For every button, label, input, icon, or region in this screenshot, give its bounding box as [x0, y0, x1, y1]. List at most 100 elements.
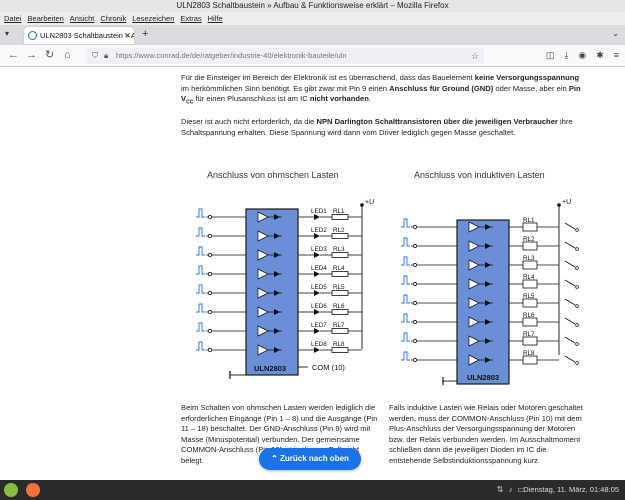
relay-coil-icon — [522, 298, 538, 308]
resistor-label: RL6 — [333, 303, 345, 310]
forward-icon[interactable]: → — [26, 49, 37, 62]
relay-switch-icon — [564, 355, 576, 363]
input-pulse-icon — [401, 218, 410, 228]
com-label: COM (10) — [312, 363, 345, 372]
start-menu-icon[interactable] — [4, 483, 18, 497]
relay-coil-icon — [522, 317, 538, 327]
input-pulse-icon — [196, 265, 205, 275]
taskbar: ⇅ ♪ ▭ Dienstag, 11. März, 01:48:05 — [0, 480, 625, 500]
menu-datei[interactable]: Datei — [4, 12, 22, 25]
relay-switch-icon — [564, 241, 576, 249]
tab-list-icon[interactable]: ▾ — [5, 29, 9, 38]
relay-coil-icon — [522, 279, 538, 289]
back-icon[interactable]: ← — [8, 49, 19, 62]
network-icon[interactable]: ⇅ — [497, 480, 504, 500]
new-tab-icon[interactable]: + — [142, 28, 148, 40]
relay-label: RL5 — [523, 293, 535, 300]
input-pulse-icon — [196, 208, 205, 218]
relay-label: RL1 — [523, 217, 535, 224]
input-pulse-icon — [401, 294, 410, 304]
input-terminal — [207, 233, 213, 239]
resistor-icon — [331, 309, 349, 315]
extensions-icon[interactable]: ✱ — [596, 50, 604, 61]
back-to-top-button[interactable]: ⌃ Zurück nach oben — [259, 448, 361, 470]
page-content: Für die Einsteiger im Bereich der Elektr… — [0, 67, 625, 480]
clock[interactable]: Dienstag, 11. März, 01:48:05 — [523, 480, 619, 500]
relay-coil-icon — [522, 336, 538, 346]
relay-coil-icon — [522, 355, 538, 365]
relay-contact — [575, 342, 579, 346]
bookmark-star-icon[interactable]: ☆ — [471, 48, 479, 64]
led-label: LED5 — [311, 284, 327, 291]
navigation-bar: ← → ↻ ⌂ ⛉ 🔒︎ https://www.conrad.de/de/ra… — [0, 45, 625, 67]
relay-contact — [575, 247, 579, 251]
input-pulse-icon — [196, 227, 205, 237]
input-terminal — [412, 262, 418, 268]
reload-icon[interactable]: ↻ — [45, 49, 54, 62]
heading-inductive-loads: Anschluss von induktiven Lasten — [414, 170, 545, 180]
menu-hilfe[interactable]: Hilfe — [208, 12, 223, 25]
relay-coil-icon — [522, 260, 538, 270]
resistor-label: RL5 — [333, 284, 345, 291]
input-pulse-icon — [401, 256, 410, 266]
relay-label: RL4 — [523, 274, 535, 281]
resistor-icon — [331, 328, 349, 334]
resistor-label: RL1 — [333, 208, 345, 215]
input-pulse-icon — [196, 341, 205, 351]
resistor-label: RL2 — [333, 227, 345, 234]
system-tray: ⇅ ♪ ▭ — [497, 480, 525, 500]
led-label: LED1 — [311, 208, 327, 215]
led-label: LED6 — [311, 303, 327, 310]
relay-switch-icon — [564, 222, 576, 230]
input-terminal — [412, 338, 418, 344]
input-terminal — [207, 328, 213, 334]
pocket-icon[interactable]: ◫ — [546, 50, 555, 61]
menu-bearbeiten[interactable]: Bearbeiten — [28, 12, 64, 25]
resistor-label: RL3 — [333, 246, 345, 253]
relay-contact — [575, 228, 579, 232]
heading-ohmic-loads: Anschluss von ohmschen Lasten — [207, 170, 339, 180]
shield-icon[interactable]: ⛉ — [92, 48, 98, 64]
lock-icon[interactable]: 🔒︎ — [104, 48, 108, 64]
caption-inductive: Falls induktive Lasten wie Relais oder M… — [389, 403, 583, 465]
input-pulse-icon — [401, 313, 410, 323]
chip-label: ULN2803 — [254, 364, 286, 373]
supply-node — [360, 203, 364, 207]
conrad-favicon-icon — [28, 31, 37, 40]
uln2803-chip — [456, 219, 510, 385]
input-terminal — [412, 243, 418, 249]
tab-active[interactable]: ULN2803 Schaltbaustein » A ✕ — [24, 27, 134, 44]
inductive-load-diagram: RL1 RL2 RL3 RL4 RL5 RL6 RL7 RL8 ULN2803 +U — [401, 199, 579, 385]
menu-ansicht[interactable]: Ansicht — [70, 12, 95, 25]
menu-chronik[interactable]: Chronik — [100, 12, 126, 25]
downloads-icon[interactable]: ⤓ — [564, 50, 568, 61]
relay-label: RL6 — [523, 312, 535, 319]
volume-icon[interactable]: ♪ — [508, 480, 512, 500]
led-label: LED7 — [311, 322, 327, 329]
firefox-taskbar-icon[interactable] — [26, 483, 40, 497]
input-terminal — [207, 347, 213, 353]
input-pulse-icon — [401, 332, 410, 342]
relay-switch-icon — [564, 298, 576, 306]
close-tab-icon[interactable]: ✕ — [124, 27, 131, 44]
relay-switch-icon — [564, 279, 576, 287]
list-all-tabs-icon[interactable]: ⌄ — [612, 29, 619, 38]
led-label: LED8 — [311, 341, 327, 348]
menu-extras[interactable]: Extras — [180, 12, 201, 25]
url-text[interactable]: https://www.conrad.de/de/ratgeber/indust… — [116, 51, 347, 60]
input-terminal — [207, 214, 213, 220]
menu-lesezeichen[interactable]: Lesezeichen — [132, 12, 174, 25]
url-bar[interactable]: ⛉ 🔒︎ https://www.conrad.de/de/ratgeber/i… — [86, 48, 484, 64]
led-label: LED2 — [311, 227, 327, 234]
input-pulse-icon — [401, 237, 410, 247]
menu-bar: Datei Bearbeiten Ansicht Chronik Lesezei… — [0, 12, 625, 25]
chevron-up-icon: ⌃ — [271, 454, 281, 463]
account-icon[interactable]: ◉ — [578, 50, 586, 61]
resistor-label: RL7 — [333, 322, 345, 329]
relay-switch-icon — [564, 336, 576, 344]
home-icon[interactable]: ⌂ — [64, 49, 71, 62]
input-terminal — [412, 319, 418, 325]
paragraph-darlington: Dieser ist auch nicht erforderlich, da d… — [181, 117, 573, 137]
app-menu-icon[interactable]: ≡ — [614, 50, 619, 61]
led-label: LED3 — [311, 246, 327, 253]
